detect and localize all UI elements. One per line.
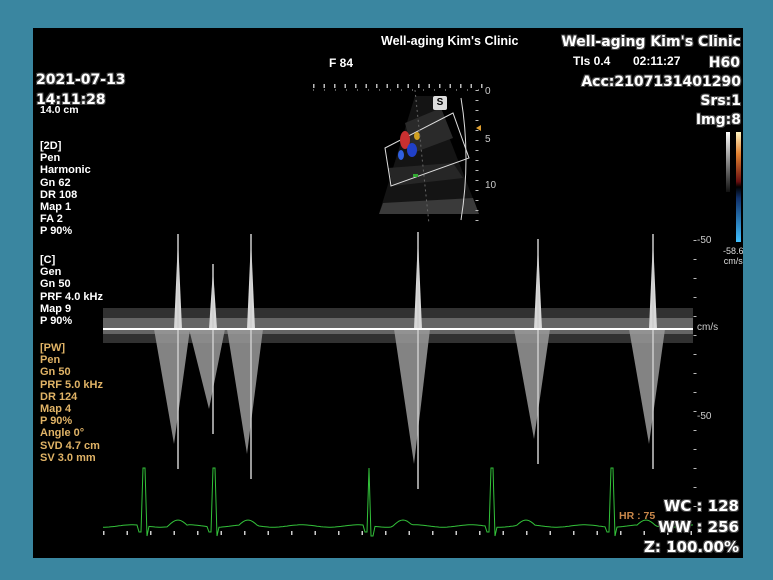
param-line: P 90% [40,225,73,238]
param-line: [2D] [40,140,62,152]
frame-rate-label: F 84 [329,56,354,70]
depth-label-0: 0 [485,86,491,97]
param-line: DR 108 [40,188,78,201]
window-center: WC : 128 [663,497,739,515]
colorbar-label: -58.6 cm/s [723,246,743,266]
param-line: Gn 50 [40,366,71,379]
clinic-name-overlay: Well-aging Kim's Clinic [561,34,741,50]
sample-volume-marker: S [433,96,447,110]
heart-rate: HR : 75 [619,510,656,522]
image-depth: 14.0 cm [40,104,79,116]
param-line: PRF 5.0 kHz [40,378,103,391]
param-line: SV 3.0 mm [40,451,96,464]
image-number: Img:8 [695,112,741,128]
param-line: Map 9 [40,302,72,315]
param-line: Harmonic [40,164,91,177]
params-color: [C] Gen Gn 50 PRF 4.0 kHz Map 9 P 90% [40,254,103,327]
param-line: Map 1 [40,201,72,214]
param-line: Pen [40,354,61,367]
ultrasound-screen: Well-aging Kim's Clinic F 84 TIs 0.4 02:… [33,28,743,558]
top-tick-scale [313,84,483,91]
param-line: Gn 50 [40,278,71,291]
param-line: P 90% [40,315,73,328]
doppler-spectrum [103,232,693,510]
param-line: P 90% [40,415,73,428]
colorbar-unit: cm/s [723,256,743,266]
window-width: WW : 256 [658,518,739,536]
param-line: SVD 4.7 cm [40,439,100,452]
colorbar-value: -58.6 [723,246,743,256]
param-line: DR 124 [40,390,78,403]
study-date: 2021-07-13 [36,72,126,88]
param-line: Gen [40,266,62,279]
doppler-scale-top: -50 [697,235,712,246]
clinic-name-header: Well-aging Kim's Clinic [381,34,519,48]
color-map-bar [726,132,741,242]
params-pw: [PW] Pen Gn 50 PRF 5.0 kHz DR 124 Map 4 … [40,342,103,464]
param-line: Angle 0° [40,427,85,440]
param-line: [C] [40,254,56,266]
param-line: [PW] [40,342,66,354]
tis-label: TIs 0.4 [573,54,611,68]
header-time: 02:11:27 [633,54,681,68]
params-2d: [2D] Pen Harmonic Gn 62 DR 108 Map 1 FA … [40,140,91,238]
ultrasound-display [103,84,741,537]
param-line: Pen [40,152,61,165]
series-number: Srs:1 [700,93,741,109]
probe-label: H60 [708,55,740,71]
zoom-level: Z: 100.00% [643,538,739,556]
depth-label-5: 5 [485,134,491,145]
accession-number: Acc:2107131401290 [581,74,741,90]
doppler-scale-bottom: -50 [697,411,712,422]
param-line: Gn 62 [40,176,71,189]
depth-label-10: 10 [485,180,497,191]
doppler-scale-unit: cm/s [697,322,719,333]
param-line: Map 4 [40,403,72,416]
param-line: PRF 4.0 kHz [40,290,103,303]
sector-image [379,89,479,225]
param-line: FA 2 [40,213,63,226]
